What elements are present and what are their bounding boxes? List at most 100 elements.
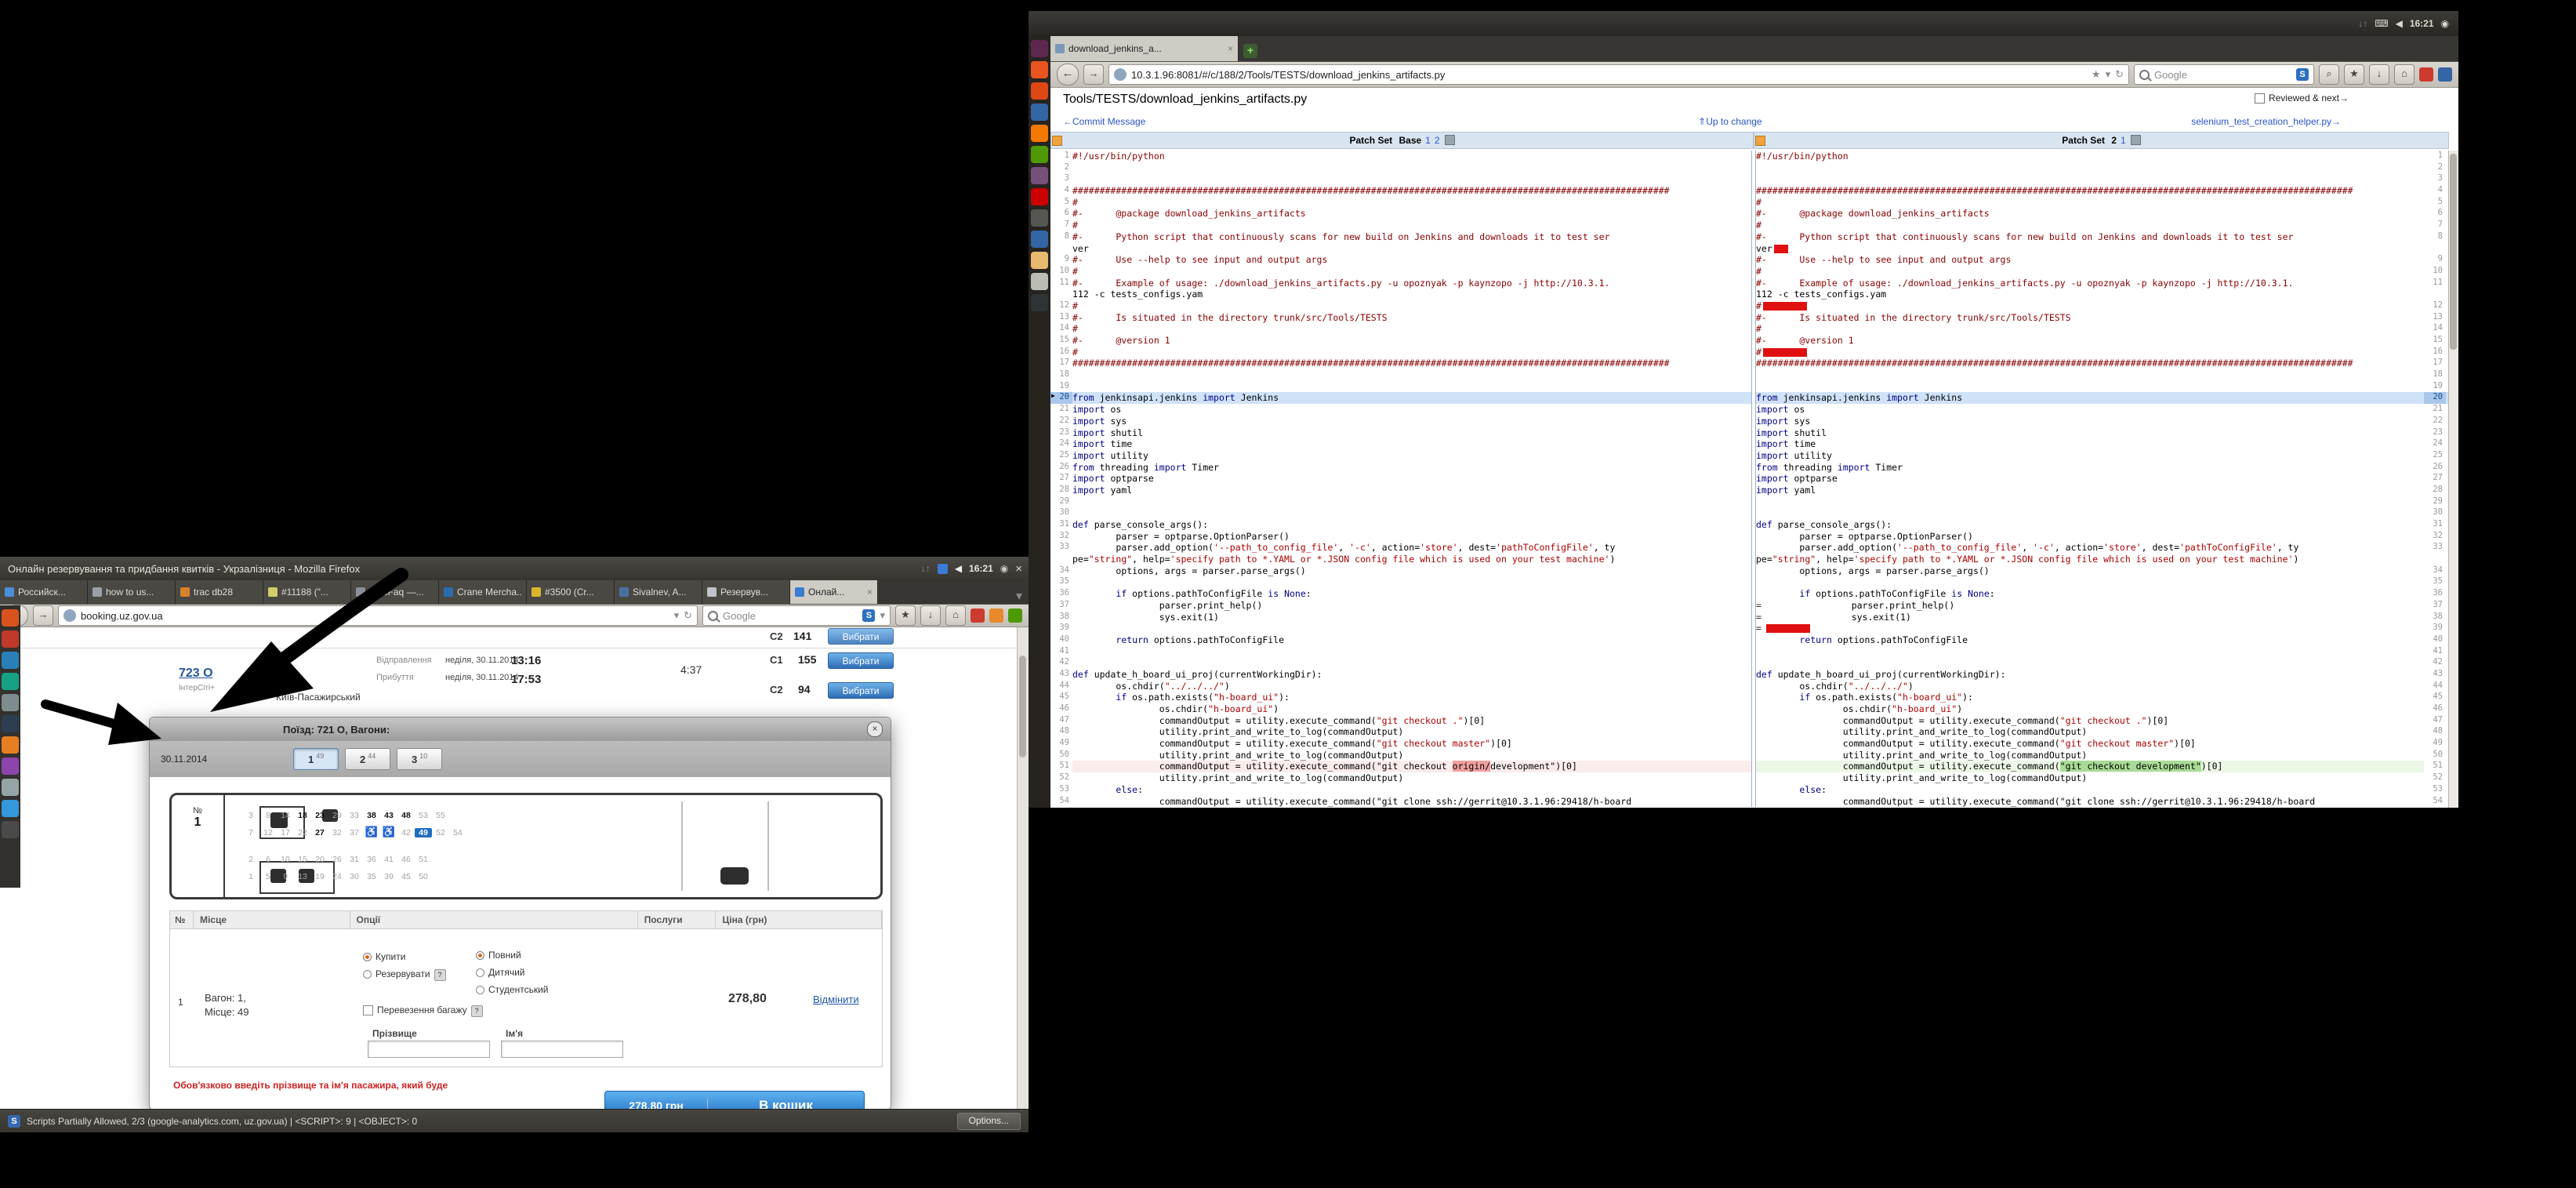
launcher-icon[interactable] (1031, 252, 1048, 269)
line-number-left[interactable]: 11 (1050, 278, 1072, 289)
url-dropdown-icon[interactable]: ▾ (674, 609, 680, 622)
seat-cell[interactable]: 29 (328, 811, 346, 820)
seat-cell[interactable]: 7 (242, 828, 259, 837)
browser-tab[interactable]: Онлай...× (790, 580, 878, 604)
reviewed-checkbox[interactable] (2255, 93, 2265, 104)
line-number-left[interactable]: 12 (1050, 300, 1072, 312)
diff-row[interactable]: 53 else: else:53 (1050, 784, 2449, 796)
line-number-right[interactable]: 42 (2424, 657, 2446, 669)
diff-row[interactable]: 7##7 (1050, 220, 2449, 231)
line-number-left[interactable]: 38 (1050, 612, 1072, 623)
line-number-left[interactable]: 43 (1050, 669, 1072, 681)
diff-row[interactable]: 1818 (1050, 369, 2449, 381)
line-number-right[interactable]: 31 (2424, 519, 2446, 531)
browser-tab[interactable]: Российск... (0, 580, 88, 604)
diff-row[interactable]: 5##5 (1050, 197, 2449, 209)
baggage-checkbox[interactable] (363, 1005, 373, 1015)
wagon-button[interactable]: 244 (345, 748, 390, 770)
seat-cell[interactable]: 6 (259, 855, 277, 864)
window-close-icon[interactable]: × (1015, 562, 1022, 576)
browser-tab[interactable]: download_jenkins_a... × (1050, 36, 1239, 61)
seat-cell[interactable]: 1 (242, 872, 259, 881)
seat-cell[interactable]: 22 (294, 828, 311, 837)
addon-blue-icon[interactable] (2438, 67, 2452, 82)
seat-cell[interactable]: 54 (449, 828, 466, 837)
line-number-left[interactable]: 34 (1050, 565, 1072, 577)
launcher-icon[interactable] (2, 779, 19, 796)
search-engine-icon[interactable]: S (862, 609, 875, 622)
launcher-icon[interactable] (1031, 61, 1048, 78)
line-number-right[interactable]: 36 (2424, 588, 2446, 600)
clock[interactable]: 16:21 (969, 563, 993, 574)
wagon-button[interactable]: 149 (293, 748, 339, 770)
line-number-left[interactable]: 2 (1050, 162, 1072, 174)
bookmark-flag-icon[interactable] (1755, 136, 1765, 146)
dialog-close-icon[interactable]: × (867, 721, 883, 737)
line-number-left[interactable]: 7 (1050, 220, 1072, 231)
line-number-right[interactable]: 28 (2424, 485, 2446, 496)
seat-cell[interactable]: 26 (328, 855, 346, 864)
line-number-right[interactable]: 27 (2424, 473, 2446, 485)
diff-row[interactable]: 43def update_h_board_ui_proj(currentWork… (1050, 669, 2449, 681)
radio-icon[interactable] (476, 968, 484, 977)
diff-row[interactable]: 33 (1050, 173, 2449, 185)
line-number-left[interactable]: 19 (1050, 381, 1072, 393)
launcher-icon[interactable] (2, 757, 19, 775)
line-number-right[interactable]: 9 (2424, 254, 2446, 266)
seat-cell[interactable]: 33 (346, 811, 363, 820)
seat-cell[interactable]: 36 (363, 855, 380, 864)
line-number-right[interactable]: 11 (2424, 278, 2446, 289)
line-number-left[interactable] (1050, 554, 1072, 565)
seat-cell[interactable]: 42 (397, 828, 415, 837)
launcher-icon[interactable] (1031, 146, 1048, 163)
line-number-right[interactable]: 39 (2424, 623, 2446, 634)
line-number-right[interactable]: 43 (2424, 669, 2446, 681)
bookmark-star-icon[interactable]: ★ (2092, 68, 2101, 81)
line-number-right[interactable]: 26 (2424, 462, 2446, 474)
line-number-left[interactable]: 33 (1050, 542, 1072, 554)
line-number-left[interactable]: 20▶ (1050, 392, 1072, 404)
addon-green-icon[interactable] (1008, 609, 1022, 623)
tab-close-icon[interactable]: × (1228, 43, 1233, 54)
options-button[interactable]: Options... (957, 1113, 1021, 1130)
seat-cell[interactable]: 52 (432, 828, 449, 837)
diff-row[interactable]: 112 -c tests_configs.yam112 -c tests_con… (1050, 289, 2449, 300)
diff-row[interactable]: 39=39 (1050, 623, 2449, 634)
radio-icon[interactable] (363, 970, 372, 979)
line-number-left[interactable] (1050, 289, 1072, 300)
home-icon[interactable]: ⌂ (945, 605, 966, 626)
seat-cell[interactable]: 51 (415, 855, 432, 864)
launcher-icon[interactable] (2, 630, 19, 648)
browser-tab[interactable]: TracFaq —... (351, 580, 439, 604)
line-number-right[interactable]: 45 (2424, 692, 2446, 703)
diff-row[interactable]: 50 utility.print_and_write_to_log(comman… (1050, 750, 2449, 761)
seat-cell[interactable]: 3 (242, 811, 259, 820)
downloads-icon[interactable]: ↓ (920, 605, 941, 626)
search-placeholder[interactable]: Google (2154, 69, 2291, 81)
seat-cell[interactable]: 27 (311, 828, 328, 837)
site-identity-icon[interactable] (63, 609, 76, 622)
radio-icon[interactable] (476, 986, 484, 994)
fare-option[interactable]: Повний (476, 950, 521, 961)
diff-row[interactable]: 6#- @package download_jenkins_artifacts#… (1050, 208, 2449, 220)
line-number-left[interactable]: 5 (1050, 197, 1072, 209)
line-number-left[interactable]: 40 (1050, 634, 1072, 646)
diff-row[interactable]: 20▶from jenkinsapi.jenkins import Jenkin… (1050, 392, 2449, 404)
reload-icon[interactable]: ↻ (2115, 68, 2124, 81)
line-number-right[interactable]: 54 (2424, 796, 2446, 808)
diff-row[interactable]: 4141 (1050, 646, 2449, 658)
launcher-icon[interactable] (2, 694, 19, 711)
line-number-left[interactable]: 23 (1050, 427, 1072, 439)
line-number-right[interactable]: 15 (2424, 335, 2446, 347)
diff-row[interactable]: 2929 (1050, 496, 2449, 508)
line-number-right[interactable] (2424, 289, 2446, 300)
browser-tab[interactable]: Резервув... (702, 580, 790, 604)
diff-row[interactable]: 25import utilityimport utility25 (1050, 450, 2449, 462)
fare-option[interactable]: Дитячий (476, 967, 524, 978)
diff-row[interactable]: 1#!/usr/bin/python#!/usr/bin/python1 (1050, 151, 2449, 162)
url-dropdown-icon[interactable]: ▾ (2106, 68, 2111, 81)
line-number-right[interactable]: 3 (2424, 173, 2446, 185)
line-number-left[interactable]: 30 (1050, 507, 1072, 519)
line-number-right[interactable]: 49 (2424, 738, 2446, 750)
browser-tab[interactable]: Sivalnev, A... (615, 580, 702, 604)
